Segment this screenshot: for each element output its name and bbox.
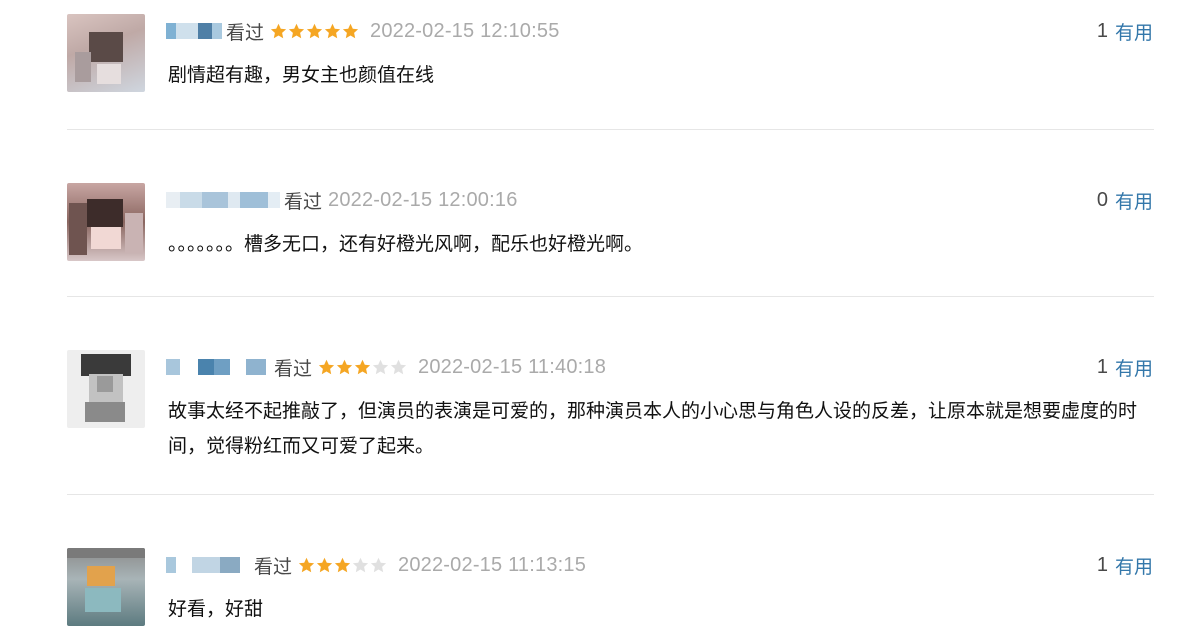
rating-stars bbox=[298, 557, 388, 574]
seen-label: 看过 bbox=[274, 357, 313, 380]
divider bbox=[67, 296, 1154, 297]
star-icon bbox=[318, 359, 335, 374]
comment-time: 2022-02-15 11:13:15 bbox=[398, 553, 587, 576]
comment-time: 2022-02-15 11:40:18 bbox=[418, 355, 607, 378]
star-icon bbox=[352, 557, 369, 572]
avatar[interactable] bbox=[67, 350, 145, 428]
comment-text: 剧情超有趣，男女主也颜值在线 bbox=[168, 64, 435, 86]
star-icon bbox=[270, 23, 287, 38]
seen-label: 看过 bbox=[254, 555, 293, 578]
comment-time: 2022-02-15 12:10:55 bbox=[370, 19, 560, 42]
star-icon bbox=[372, 359, 389, 374]
useful-button[interactable]: 有用 bbox=[1115, 187, 1153, 214]
star-icon bbox=[342, 23, 359, 38]
username-blurred[interactable] bbox=[166, 21, 222, 41]
username-blurred[interactable] bbox=[166, 190, 280, 210]
comment-text: 好看，好甜 bbox=[168, 598, 264, 620]
comment-header: 看过 2022-02-15 12:10:55 bbox=[166, 17, 560, 45]
star-icon bbox=[306, 23, 323, 38]
comment-time: 2022-02-15 12:00:16 bbox=[328, 188, 518, 211]
avatar[interactable] bbox=[67, 548, 145, 626]
useful-vote: 0 有用 bbox=[1097, 186, 1153, 214]
divider bbox=[67, 129, 1154, 130]
useful-vote: 1 有用 bbox=[1097, 353, 1153, 381]
useful-count: 1 bbox=[1096, 355, 1108, 378]
useful-count: 1 bbox=[1096, 553, 1108, 576]
star-icon bbox=[316, 557, 333, 572]
useful-button[interactable]: 有用 bbox=[1115, 354, 1153, 381]
star-icon bbox=[354, 359, 371, 374]
star-icon bbox=[298, 557, 315, 572]
comment-text: 故事太经不起推敲了，但演员的表演是可爱的，那种演员本人的小心思与角色人设的反差，… bbox=[168, 400, 1138, 457]
useful-button[interactable]: 有用 bbox=[1115, 552, 1153, 579]
seen-label: 看过 bbox=[284, 190, 323, 213]
star-icon bbox=[334, 557, 351, 572]
rating-stars bbox=[318, 359, 408, 376]
divider bbox=[67, 494, 1154, 495]
comment-list: 看过 2022-02-15 12:10:55 1 有用 剧情超有趣，男女主也颜值… bbox=[0, 0, 1200, 626]
star-icon bbox=[324, 23, 341, 38]
star-icon bbox=[336, 359, 353, 374]
comment-text: 。。。。。。。槽多无口，还有好橙光风啊，配乐也好橙光啊。 bbox=[168, 233, 644, 255]
useful-count: 0 bbox=[1096, 188, 1108, 211]
rating-stars bbox=[270, 23, 360, 40]
avatar[interactable] bbox=[67, 183, 145, 261]
useful-button[interactable]: 有用 bbox=[1115, 18, 1153, 45]
star-icon bbox=[390, 359, 407, 374]
star-icon bbox=[370, 557, 387, 572]
useful-count: 1 bbox=[1096, 19, 1108, 42]
comment-header: 看过 2022-02-15 11:40:18 bbox=[166, 353, 606, 381]
useful-vote: 1 有用 bbox=[1097, 17, 1153, 45]
username-blurred[interactable] bbox=[166, 555, 250, 575]
username-blurred[interactable] bbox=[166, 357, 270, 377]
avatar[interactable] bbox=[67, 14, 145, 92]
useful-vote: 1 有用 bbox=[1097, 551, 1153, 579]
comment-header: 看过 2022-02-15 11:13:15 bbox=[166, 551, 586, 579]
star-icon bbox=[288, 23, 305, 38]
comment-header: 看过 2022-02-15 12:00:16 bbox=[166, 186, 518, 214]
seen-label: 看过 bbox=[226, 21, 265, 44]
